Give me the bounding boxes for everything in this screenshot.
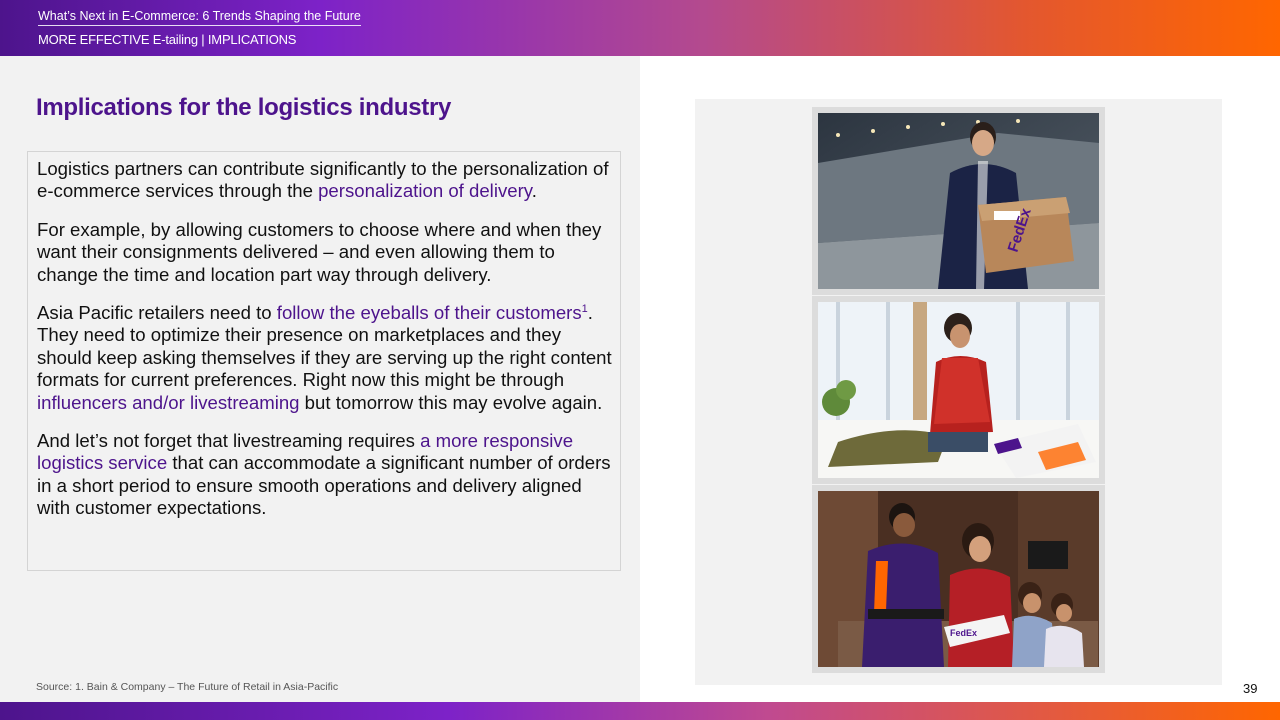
body-text-box: Logistics partners can contribute signif… <box>27 151 621 571</box>
paragraph-text: but tomorrow this may evolve again. <box>299 391 603 413</box>
paragraph-personalization: Logistics partners can contribute signif… <box>37 158 612 203</box>
paragraph-retailers: Asia Pacific retailers need to follow th… <box>37 302 612 414</box>
family-delivery-photo: FedEx <box>818 491 1099 667</box>
footer-gradient-bar <box>0 702 1280 720</box>
photo-frame-courier: FedEx <box>812 107 1105 295</box>
paragraph-text: Asia Pacific retailers need to <box>37 302 277 324</box>
courier-carrying-box-photo: FedEx <box>818 113 1099 289</box>
deck-title: What’s Next in E-Commerce: 6 Trends Shap… <box>38 9 361 26</box>
photo-frame-unboxing <box>812 296 1105 484</box>
source-footnote: Source: 1. Bain & Company – The Future o… <box>36 681 339 693</box>
family-delivery-illustration: FedEx <box>818 491 1099 667</box>
courier-photo-illustration: FedEx <box>818 113 1099 289</box>
paragraph-livestreaming: And let’s not forget that livestreaming … <box>37 430 612 520</box>
section-breadcrumb: MORE EFFECTIVE E-tailing | IMPLICATIONS <box>38 32 297 47</box>
page-title: Implications for the logistics industry <box>36 94 452 121</box>
paragraph-text: And let’s not forget that livestreaming … <box>37 430 421 452</box>
photo-frame-family-delivery: FedEx <box>812 485 1105 673</box>
header-banner: What’s Next in E-Commerce: 6 Trends Shap… <box>0 0 1280 56</box>
highlight-influencers-livestreaming: influencers and/or livestreaming <box>37 391 300 413</box>
highlight-personalization-of-delivery: personalization of delivery <box>318 180 532 202</box>
highlight-follow-the-eyeballs: follow the eyeballs of their customers <box>276 302 582 324</box>
page-number: 39 <box>1243 681 1258 696</box>
unboxing-photo-illustration <box>818 302 1099 478</box>
paragraph-text: . <box>531 180 537 202</box>
fedex-logo: FedEx <box>950 628 977 638</box>
woman-unboxing-photo <box>818 302 1099 478</box>
paragraph-example: For example, by allowing customers to ch… <box>37 218 602 285</box>
